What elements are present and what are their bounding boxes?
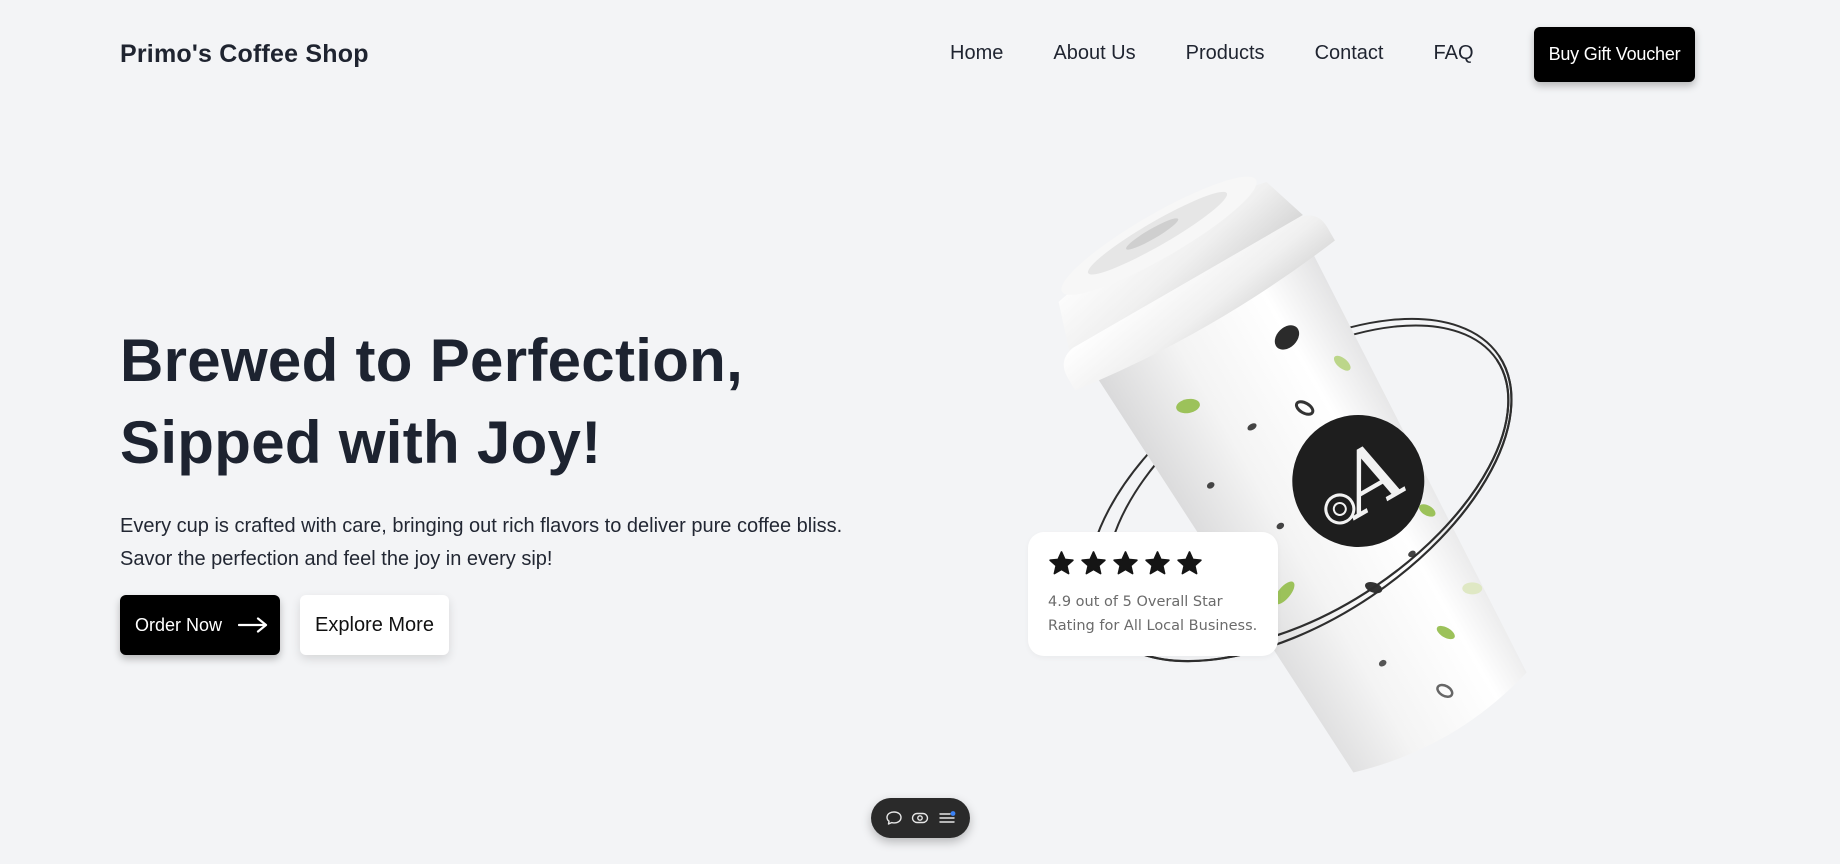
chat-icon[interactable] xyxy=(885,809,903,827)
star-icon xyxy=(1080,550,1107,577)
arrow-right-icon xyxy=(237,617,268,633)
floating-toolbar xyxy=(871,798,970,838)
hero-title-line: Brewed to Perfection, xyxy=(120,327,744,394)
rating-text: 4.9 out of 5 Overall Star Rating for All… xyxy=(1048,590,1258,638)
rating-card: 4.9 out of 5 Overall Star Rating for All… xyxy=(1028,532,1278,656)
eye-icon[interactable] xyxy=(911,809,929,827)
explore-more-button[interactable]: Explore More xyxy=(300,595,449,655)
hero-title: Brewed to Perfection, Sipped with Joy! xyxy=(120,320,743,484)
nav-link-products[interactable]: Products xyxy=(1186,42,1265,65)
coffee-cup-illustration: A xyxy=(1000,160,1620,800)
rating-text-line: 4.9 out of 5 Overall Star xyxy=(1048,594,1223,610)
hero-title-line: Sipped with Joy! xyxy=(120,409,602,476)
hero-description-line: Every cup is crafted with care, bringing… xyxy=(120,515,843,537)
site-header: Primo's Coffee Shop Home About Us Produc… xyxy=(0,0,1840,110)
nav-link-about-us[interactable]: About Us xyxy=(1053,42,1135,65)
star-icon xyxy=(1176,550,1203,577)
nav-link-home[interactable]: Home xyxy=(950,42,1003,65)
star-icon xyxy=(1048,550,1075,577)
main-nav: Home About Us Products Contact FAQ xyxy=(950,42,1524,65)
brand-logo-text[interactable]: Primo's Coffee Shop xyxy=(120,40,369,69)
star-icon xyxy=(1112,550,1139,577)
rating-text-line: Rating for All Local Business. xyxy=(1048,618,1258,634)
star-icon xyxy=(1144,550,1171,577)
buy-gift-voucher-button[interactable]: Buy Gift Voucher xyxy=(1534,27,1695,82)
order-now-button[interactable]: Order Now xyxy=(120,595,280,655)
nav-link-contact[interactable]: Contact xyxy=(1315,42,1384,65)
order-now-label: Order Now xyxy=(135,614,223,635)
star-rating xyxy=(1048,548,1258,578)
hero-description-line: Savor the perfection and feel the joy in… xyxy=(120,548,553,570)
hero-description: Every cup is crafted with care, bringing… xyxy=(120,510,842,576)
nav-link-faq[interactable]: FAQ xyxy=(1434,42,1474,65)
menu-icon[interactable] xyxy=(938,809,956,827)
